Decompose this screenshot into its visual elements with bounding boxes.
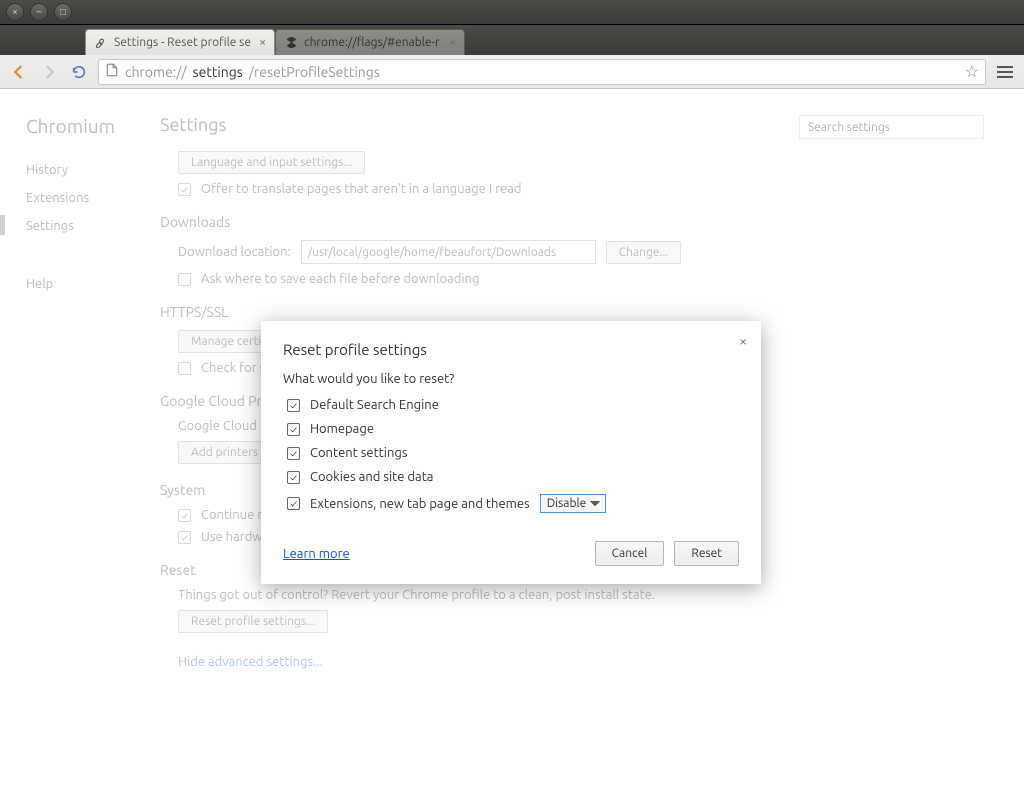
- language-settings-button[interactable]: Language and input settings...: [178, 151, 365, 174]
- ask-save-checkbox[interactable]: [178, 273, 191, 286]
- wrench-icon: [94, 36, 108, 50]
- reset-homepage-label: Homepage: [310, 422, 374, 436]
- reload-button[interactable]: [68, 61, 90, 83]
- reset-button[interactable]: Reset: [674, 541, 739, 566]
- bg-apps-checkbox[interactable]: [178, 509, 191, 522]
- reset-profile-dialog: × Reset profile settings What would you …: [261, 321, 761, 584]
- forward-button: [38, 61, 60, 83]
- hide-advanced-link[interactable]: Hide advanced settings...: [160, 655, 323, 669]
- translate-checkbox[interactable]: [178, 183, 191, 196]
- reset-description: Things got out of control? Revert your C…: [178, 588, 655, 602]
- extensions-action-select[interactable]: Disable: [540, 494, 606, 513]
- reset-extensions-label: Extensions, new tab page and themes: [310, 497, 530, 511]
- reset-cookies-checkbox[interactable]: [287, 471, 300, 484]
- minimize-icon: –: [37, 7, 42, 17]
- dialog-question: What would you like to reset?: [283, 372, 739, 386]
- add-printers-button[interactable]: Add printers: [178, 441, 271, 464]
- window-minimize-button[interactable]: –: [30, 3, 48, 21]
- gcp-description: Google Cloud P: [178, 419, 268, 433]
- change-download-button[interactable]: Change...: [606, 241, 682, 264]
- sidebar-item-help[interactable]: Help: [26, 277, 160, 291]
- close-icon: ×: [12, 7, 18, 17]
- https-heading: HTTPS/SSL: [160, 304, 984, 320]
- browser-frame: Settings - Reset profile se × chrome://f…: [0, 25, 1024, 800]
- manage-certificates-button[interactable]: Manage certi: [178, 330, 274, 353]
- bookmark-star-icon[interactable]: ☆: [965, 62, 979, 81]
- reset-content-label: Content settings: [310, 446, 408, 460]
- check-revocation-checkbox[interactable]: [178, 362, 191, 375]
- hw-accel-checkbox[interactable]: [178, 531, 191, 544]
- sidebar-item-history[interactable]: History: [26, 163, 160, 177]
- ask-save-label: Ask where to save each file before downl…: [201, 272, 479, 286]
- address-bar[interactable]: chrome:// settings/resetProfileSettings ☆: [98, 59, 986, 85]
- tab-title: Settings - Reset profile se: [114, 36, 253, 49]
- window-maximize-button[interactable]: □: [54, 3, 72, 21]
- back-button[interactable]: [8, 61, 30, 83]
- tab-title: chrome://flags/#enable-r: [304, 36, 443, 49]
- reset-homepage-checkbox[interactable]: [287, 423, 300, 436]
- tab-settings[interactable]: Settings - Reset profile se ×: [85, 29, 275, 55]
- maximize-icon: □: [60, 7, 66, 17]
- tab-close-icon[interactable]: ×: [259, 36, 266, 49]
- dialog-close-button[interactable]: ×: [739, 333, 747, 349]
- sidebar-item-settings[interactable]: Settings: [26, 219, 160, 233]
- brand-title: Chromium: [26, 115, 160, 137]
- url-host: settings: [193, 64, 243, 80]
- page-icon: [105, 63, 119, 80]
- hamburger-icon: [997, 66, 1013, 78]
- reset-search-checkbox[interactable]: [287, 399, 300, 412]
- settings-sidebar: Chromium History Extensions Settings Hel…: [0, 89, 160, 800]
- reset-profile-button[interactable]: Reset profile settings...: [178, 610, 328, 633]
- learn-more-link[interactable]: Learn more: [283, 547, 350, 561]
- sidebar-item-extensions[interactable]: Extensions: [26, 191, 160, 205]
- window-titlebar: × – □: [0, 0, 1024, 25]
- dialog-title: Reset profile settings: [283, 341, 739, 358]
- reset-search-label: Default Search Engine: [310, 398, 439, 412]
- download-location-label: Download location:: [178, 245, 291, 259]
- translate-label: Offer to translate pages that aren't in …: [201, 182, 522, 196]
- reset-extensions-checkbox[interactable]: [287, 497, 300, 510]
- download-location-input[interactable]: [301, 240, 596, 264]
- url-scheme: chrome://: [125, 64, 187, 80]
- url-path: /resetProfileSettings: [249, 64, 959, 80]
- browser-toolbar: chrome:// settings/resetProfileSettings ☆: [0, 55, 1024, 89]
- main-menu-button[interactable]: [994, 61, 1016, 83]
- tab-flags[interactable]: chrome://flags/#enable-r ×: [275, 29, 465, 55]
- active-indicator: [0, 215, 5, 235]
- settings-search-input[interactable]: [799, 115, 984, 139]
- downloads-heading: Downloads: [160, 214, 984, 230]
- window-close-button[interactable]: ×: [6, 3, 24, 21]
- radiation-icon: [284, 36, 298, 50]
- reset-content-checkbox[interactable]: [287, 447, 300, 460]
- cancel-button[interactable]: Cancel: [595, 541, 665, 566]
- tab-strip: Settings - Reset profile se × chrome://f…: [0, 25, 1024, 55]
- tab-close-icon[interactable]: ×: [449, 36, 456, 49]
- reset-cookies-label: Cookies and site data: [310, 470, 433, 484]
